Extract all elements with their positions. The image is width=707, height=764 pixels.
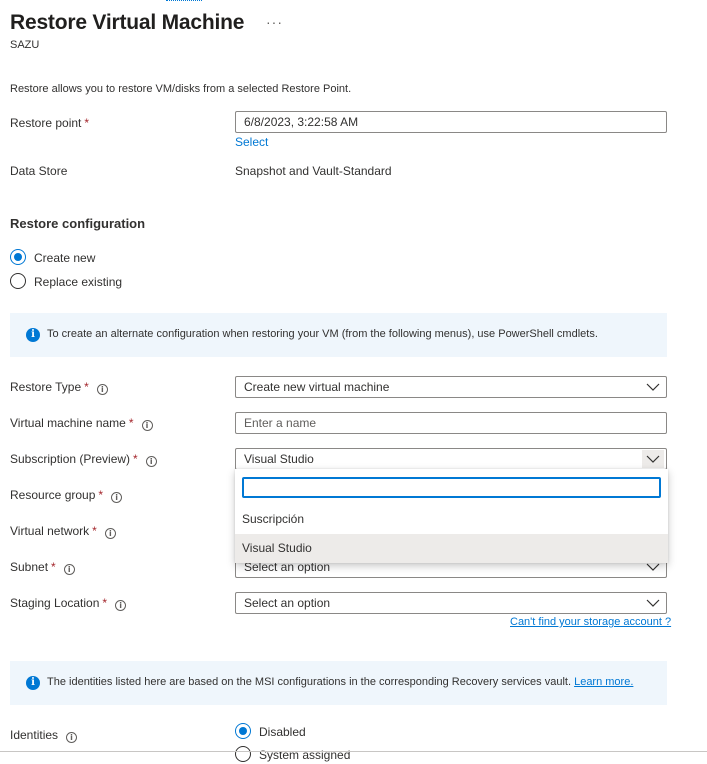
chevron-down-icon: [646, 383, 660, 391]
virtual-network-label: Virtual network * i: [10, 523, 116, 539]
restore-point-label: Restore point *: [10, 115, 89, 131]
radio-create-new[interactable]: Create new: [10, 249, 130, 267]
subnet-label: Subnet * i: [10, 559, 75, 575]
page-title: Restore Virtual Machine: [10, 11, 245, 34]
info-banner-identities-text: The identities listed here are based on …: [47, 676, 633, 688]
subscription-search-input[interactable]: [242, 477, 661, 498]
top-cut-link-decoration: [166, 0, 202, 1]
more-options-button[interactable]: ···: [266, 12, 283, 32]
restore-type-label: Restore Type * i: [10, 379, 108, 395]
subscription-dropdown-panel: Suscripción Visual Studio: [235, 469, 668, 563]
radio-identities-disabled-indicator[interactable]: [235, 723, 251, 739]
radio-replace-existing[interactable]: Replace existing: [10, 273, 150, 291]
info-banner-powershell-text: To create an alternate configuration whe…: [47, 328, 598, 340]
restore-type-dropdown[interactable]: Create new virtual machine: [235, 376, 667, 398]
restore-type-value: Create new virtual machine: [244, 380, 390, 394]
subnet-label-text: Subnet: [10, 560, 49, 574]
vm-name-label-text: Virtual machine name: [10, 416, 126, 430]
restore-point-label-text: Restore point: [10, 116, 82, 130]
info-icon[interactable]: i: [96, 384, 108, 395]
chevron-down-icon: [642, 450, 664, 468]
radio-create-new-label: Create new: [34, 251, 96, 265]
subscription-option-visual-studio[interactable]: Visual Studio: [235, 534, 668, 563]
radio-replace-existing-label: Replace existing: [34, 275, 123, 289]
radio-create-new-indicator[interactable]: [10, 249, 26, 265]
identities-label: Identities i: [10, 727, 78, 743]
vm-name-label: Virtual machine name * i: [10, 415, 153, 431]
select-restore-point-link[interactable]: Select: [235, 135, 268, 149]
info-icon[interactable]: i: [66, 732, 78, 743]
info-icon[interactable]: i: [145, 456, 157, 467]
info-icon: i: [26, 676, 40, 690]
staging-location-label-text: Staging Location: [10, 596, 100, 610]
info-banner-powershell: i To create an alternate configuration w…: [10, 313, 667, 357]
staging-location-value: Select an option: [244, 596, 331, 610]
page-subtitle: SAZU: [10, 39, 40, 51]
resource-group-label: Resource group * i: [10, 487, 123, 503]
info-banner-identities: i The identities listed here are based o…: [10, 661, 667, 705]
required-mark: *: [128, 416, 134, 430]
data-store-value: Snapshot and Vault-Standard: [235, 164, 392, 178]
required-mark: *: [133, 452, 138, 466]
subscription-dropdown[interactable]: Visual Studio: [235, 448, 667, 470]
info-icon[interactable]: i: [115, 600, 127, 611]
radio-identities-system-assigned-label: System assigned: [259, 748, 351, 762]
restore-configuration-heading: Restore configuration: [10, 216, 146, 231]
required-mark: *: [84, 380, 89, 394]
storage-account-link[interactable]: Can't find your storage account ?: [510, 616, 671, 628]
info-icon[interactable]: i: [111, 492, 123, 503]
radio-replace-existing-indicator[interactable]: [10, 273, 26, 289]
required-mark: *: [102, 596, 108, 610]
subscription-label: Subscription (Preview) * i: [10, 451, 157, 467]
chevron-down-icon: [646, 599, 660, 607]
vm-name-input[interactable]: Enter a name: [235, 412, 667, 434]
virtual-network-label-text: Virtual network: [10, 524, 90, 538]
identities-label-text: Identities: [10, 728, 59, 742]
info-icon[interactable]: i: [63, 564, 75, 575]
info-icon[interactable]: i: [104, 528, 116, 539]
required-mark: *: [51, 560, 56, 574]
resource-group-label-text: Resource group: [10, 488, 96, 502]
staging-location-label: Staging Location * i: [10, 595, 127, 611]
subscription-value: Visual Studio: [244, 452, 314, 466]
radio-identities-system-assigned-indicator[interactable]: [235, 746, 251, 762]
radio-identities-disabled[interactable]: Disabled: [235, 723, 355, 741]
required-mark: *: [92, 524, 97, 538]
radio-identities-system-assigned[interactable]: System assigned: [235, 746, 395, 764]
required-mark: *: [98, 488, 104, 502]
info-icon: i: [26, 328, 40, 342]
subscription-label-text: Subscription (Preview): [10, 452, 131, 466]
subscription-option-suscripcion[interactable]: Suscripción: [235, 505, 668, 534]
intro-text: Restore allows you to restore VM/disks f…: [10, 83, 352, 95]
learn-more-link[interactable]: Learn more.: [574, 676, 633, 688]
info-icon[interactable]: i: [141, 420, 153, 431]
radio-identities-disabled-label: Disabled: [259, 725, 306, 739]
data-store-label: Data Store: [10, 164, 68, 178]
bottom-divider: [0, 751, 707, 752]
required-mark: *: [84, 116, 90, 130]
restore-point-field[interactable]: 6/8/2023, 3:22:58 AM: [235, 111, 667, 133]
restore-type-label-text: Restore Type: [10, 380, 82, 394]
staging-location-dropdown[interactable]: Select an option: [235, 592, 667, 614]
info-banner-identities-message: The identities listed here are based on …: [47, 676, 572, 688]
